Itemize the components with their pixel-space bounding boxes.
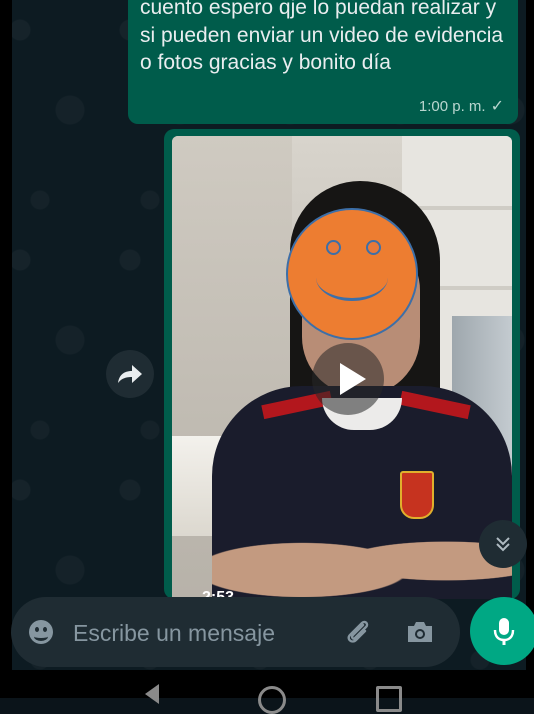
double-chevron-down-icon	[496, 537, 510, 552]
video-thumbnail[interactable]: 2:53	[172, 136, 512, 599]
shirt-badge	[400, 471, 434, 519]
message-meta: 1:00 p. m. ✓	[419, 96, 504, 116]
system-navigation-bar	[0, 670, 534, 714]
play-icon	[340, 363, 366, 395]
outgoing-text-message[interactable]: cuento espero qje lo puedan realizar y s…	[128, 0, 518, 124]
recents-square-icon[interactable]	[376, 686, 402, 712]
thumbnail-hands	[212, 516, 512, 599]
home-circle-icon[interactable]	[258, 686, 286, 714]
forward-arrow-icon	[118, 365, 142, 383]
outgoing-video-message[interactable]: 2:53	[164, 129, 520, 599]
message-text: cuento espero qje lo puedan realizar y s…	[140, 0, 504, 74]
message-input[interactable]	[71, 613, 325, 653]
paperclip-icon[interactable]	[343, 617, 373, 647]
back-triangle-icon[interactable]	[145, 684, 159, 704]
microphone-button[interactable]	[470, 597, 534, 665]
screen-edge-right	[526, 0, 534, 670]
smiley-eye-right	[366, 240, 381, 255]
forward-button[interactable]	[106, 350, 154, 398]
smiley-face-sticker	[286, 208, 418, 340]
emoji-icon[interactable]	[29, 620, 53, 644]
microphone-icon	[493, 618, 515, 645]
smiley-eye-left	[326, 240, 341, 255]
message-composer	[11, 597, 460, 667]
camera-icon[interactable]	[405, 619, 435, 645]
message-time: 1:00 p. m.	[418, 97, 486, 115]
screen-edge-left	[0, 0, 12, 670]
scroll-to-bottom-button[interactable]	[479, 520, 527, 568]
smiley-mouth	[316, 254, 388, 301]
single-check-icon: ✓	[490, 98, 504, 115]
play-button[interactable]	[312, 343, 384, 415]
